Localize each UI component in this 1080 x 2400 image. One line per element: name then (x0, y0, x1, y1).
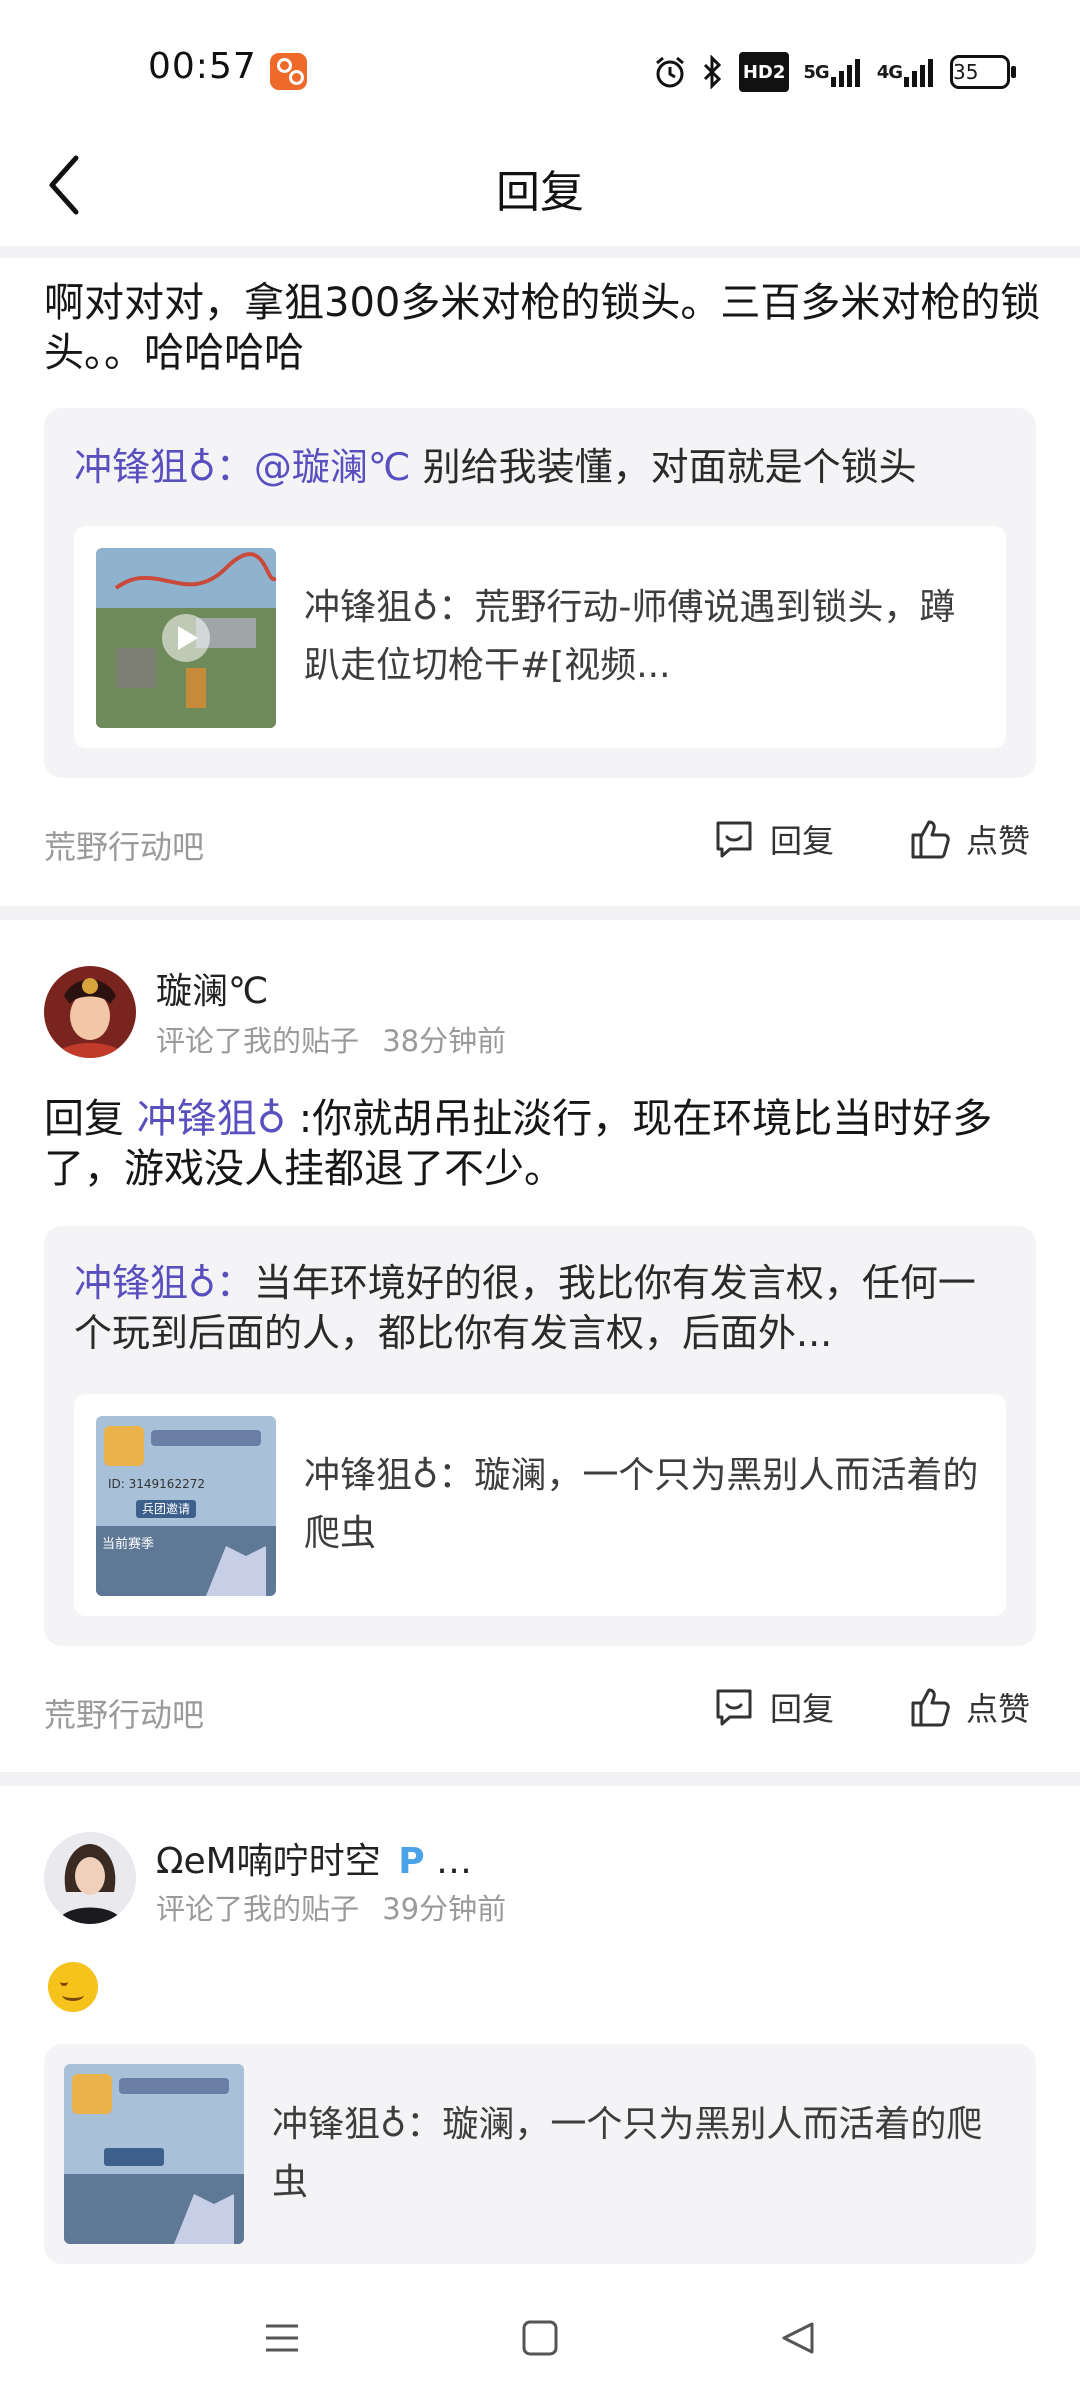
status-time: 00:57 (148, 46, 257, 87)
vip-p-icon: P (398, 1841, 425, 1882)
post-text[interactable]: 啊对对对，拿狙300多米对枪的锁头。三百多米对枪的锁头。。哈哈哈哈 (44, 278, 1044, 378)
video-thumbnail (96, 548, 276, 728)
page-title: 回复 (496, 167, 584, 218)
quote-box[interactable]: 冲锋狙♁：璇澜，一个只为黑别人而活着的爬虫 (44, 2044, 1036, 2264)
card-author: 冲锋狙♁ (304, 587, 439, 628)
smile-emoji (48, 1962, 98, 2012)
system-nav-bar (0, 2290, 1080, 2400)
username[interactable]: ΩeM喃咛时空 P … (156, 1832, 472, 1884)
reply-icon (716, 821, 752, 858)
image-card[interactable]: ID: 3149162272 兵团邀请 当前赛季 冲锋狙♁：璇澜，一个只为黑别人… (74, 1394, 1006, 1616)
username[interactable]: 璇澜℃ (156, 962, 268, 1014)
like-label: 点赞 (966, 822, 1031, 860)
image-thumbnail: ID: 3149162272 兵团邀请 当前赛季 (96, 1416, 276, 1596)
status-bar: 00:57 HD2 5G 4G 35 (0, 0, 1080, 130)
username-text: ΩeM喃咛时空 (156, 1841, 381, 1882)
quote-author-link[interactable]: 冲锋狙♁ (74, 445, 216, 489)
quote-box[interactable]: 冲锋狙♁：@璇澜℃ 别给我装懂，对面就是个锁头 冲锋狙♁：荒野行动-师傅说遇到锁… (44, 408, 1036, 778)
quote-box[interactable]: 冲锋狙♁：当年环境好的很，我比你有发言权，任何一个玩到后面的人，都比你有发言权，… (44, 1226, 1036, 1646)
4g-label: 4G (876, 61, 903, 83)
reply-label: 回复 (770, 1690, 835, 1728)
card-sep: ： (438, 587, 475, 628)
forum-name[interactable]: 荒野行动吧 (44, 1690, 204, 1736)
quote-author-link[interactable]: 冲锋狙♁ (74, 1261, 216, 1305)
reply-label: 回复 (770, 822, 835, 860)
5g-signal-icon: 5G (803, 54, 862, 90)
card-author: 冲锋狙♁ (304, 1455, 439, 1496)
reply-icon (716, 1689, 752, 1726)
battery-icon: 35 (950, 55, 1016, 89)
comment-meta: 评论了我的贴子 39分钟前 (156, 1886, 506, 1928)
card-sep: ： (406, 2104, 443, 2145)
top-app-bar: 回复 (0, 130, 1080, 246)
thumbs-up-icon (911, 1688, 950, 1727)
mention-link[interactable]: @璇澜℃ (254, 445, 411, 489)
avatar[interactable] (44, 1832, 136, 1924)
menu-icon (266, 2324, 298, 2352)
image-card-text: 冲锋狙♁：璇澜，一个只为黑别人而活着的爬虫 (304, 1394, 986, 1616)
forum-name[interactable]: 荒野行动吧 (44, 822, 204, 868)
gallery-app-icon (270, 53, 307, 90)
comment-action: 评论了我的贴子 (156, 1892, 360, 1926)
section-divider (0, 1772, 1080, 1786)
image-card-text: 冲锋狙♁：璇澜，一个只为黑别人而活着的爬虫 (272, 2044, 996, 2264)
like-button[interactable]: 点赞 (908, 1684, 1030, 1730)
card-sep: ： (438, 1455, 475, 1496)
quote-body: 别给我装懂，对面就是个锁头 (410, 445, 917, 489)
like-label: 点赞 (966, 1690, 1031, 1728)
alarm-icon (653, 54, 687, 90)
thumb-season: 当前赛季 (102, 1536, 154, 1552)
thumb-badge: 兵团邀请 (142, 1501, 190, 1516)
comment-time: 38分钟前 (382, 1024, 507, 1058)
post-text[interactable]: 回复 冲锋狙♁ :你就胡吊扯淡行，现在环境比当时好多了，游戏没人挂都退了不少。 (44, 1094, 1044, 1194)
video-card-text: 冲锋狙♁：荒野行动-师傅说遇到锁头，蹲趴走位切枪干#[视频... (304, 526, 986, 748)
image-thumbnail (64, 2064, 244, 2244)
like-button[interactable]: 点赞 (908, 816, 1030, 862)
reply-button[interactable]: 回复 (712, 1684, 834, 1730)
comment-action: 评论了我的贴子 (156, 1024, 360, 1058)
menu-button[interactable] (252, 2308, 312, 2368)
back-triangle-icon (782, 2322, 814, 2354)
hd-voice-icon: HD2 (738, 52, 790, 92)
reply-button[interactable]: 回复 (712, 816, 834, 862)
home-square-icon (522, 2320, 558, 2356)
section-divider (0, 906, 1080, 920)
5g-label: 5G (803, 61, 829, 83)
video-card[interactable]: 冲锋狙♁：荒野行动-师傅说遇到锁头，蹲趴走位切枪干#[视频... (74, 526, 1006, 748)
home-button[interactable] (510, 2308, 570, 2368)
thumb-id: ID: 3149162272 (108, 1477, 205, 1491)
comment-time: 39分钟前 (382, 1892, 507, 1926)
bluetooth-icon (701, 54, 725, 90)
quote-text: 冲锋狙♁：@璇澜℃ 别给我装懂，对面就是个锁头 (74, 442, 1006, 492)
thumbs-up-icon (911, 820, 950, 859)
card-author: 冲锋狙♁ (272, 2104, 407, 2145)
comment-meta: 评论了我的贴子 38分钟前 (156, 1018, 506, 1060)
system-back-button[interactable] (768, 2308, 828, 2368)
quote-text: 冲锋狙♁：当年环境好的很，我比你有发言权，任何一个玩到后面的人，都比你有发言权，… (74, 1258, 1006, 1358)
avatar[interactable] (44, 966, 136, 1058)
quote-sep: ： (215, 1261, 254, 1305)
header-divider (0, 246, 1080, 258)
status-icons: HD2 5G 4G 35 (653, 52, 1016, 92)
4g-signal-icon: 4G (877, 54, 936, 90)
reply-to-link[interactable]: 冲锋狙♁ (137, 1096, 286, 1142)
quote-sep: ： (215, 445, 254, 489)
username-overflow: … (436, 1841, 473, 1882)
reply-prefix: 回复 (44, 1096, 137, 1142)
